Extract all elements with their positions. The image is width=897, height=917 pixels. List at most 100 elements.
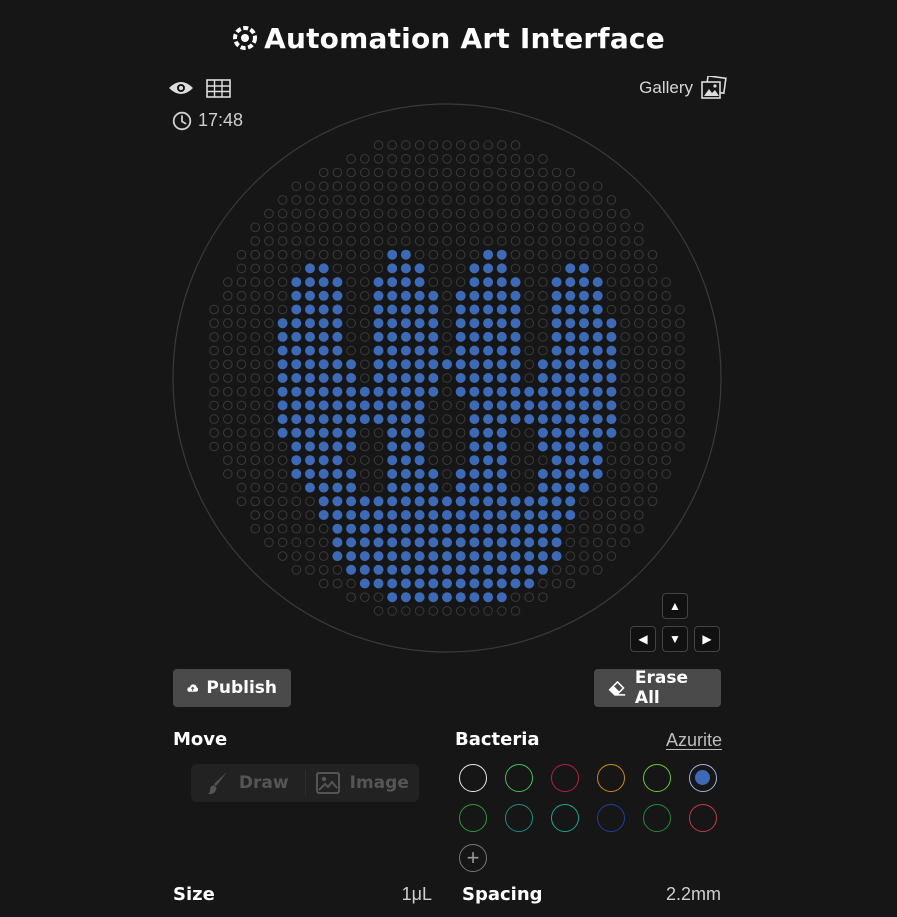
well-filled[interactable] [305,318,315,329]
well-filled[interactable] [455,482,466,493]
well-empty[interactable] [579,523,589,534]
well-empty[interactable] [318,249,329,260]
well-empty[interactable] [291,482,302,493]
well-empty[interactable] [223,304,233,315]
well-filled[interactable] [455,331,466,342]
well-filled[interactable] [551,523,562,534]
well-empty[interactable] [620,304,630,315]
well-filled[interactable] [400,496,411,507]
well-filled[interactable] [565,304,576,315]
nudge-right-button[interactable]: ▶ [694,626,720,652]
well-filled[interactable] [551,551,562,562]
well-empty[interactable] [579,208,589,219]
well-filled[interactable] [318,304,329,315]
well-empty[interactable] [291,565,302,575]
well-empty[interactable] [647,359,658,370]
well-empty[interactable] [428,249,439,260]
well-filled[interactable] [469,551,480,562]
well-empty[interactable] [606,551,617,561]
well-empty[interactable] [579,510,589,520]
well-empty[interactable] [291,496,302,507]
well-filled[interactable] [332,290,343,301]
well-empty[interactable] [428,222,439,233]
well-filled[interactable] [483,523,494,534]
well-empty[interactable] [675,400,685,411]
well-empty[interactable] [264,249,274,260]
well-empty[interactable] [223,386,233,397]
well-empty[interactable] [675,318,685,328]
well-empty[interactable] [565,181,576,191]
well-filled[interactable] [359,496,370,507]
well-filled[interactable] [291,345,302,356]
well-empty[interactable] [442,236,452,246]
well-filled[interactable] [524,537,535,548]
well-empty[interactable] [497,181,507,191]
well-empty[interactable] [360,441,370,452]
well-filled[interactable] [400,468,411,479]
well-empty[interactable] [209,345,219,356]
well-empty[interactable] [414,249,425,260]
well-filled[interactable] [537,496,548,507]
well-empty[interactable] [305,181,315,191]
well-empty[interactable] [469,181,480,191]
well-filled[interactable] [291,331,302,342]
well-filled[interactable] [387,496,398,507]
well-filled[interactable] [496,551,507,562]
well-empty[interactable] [469,208,480,219]
well-empty[interactable] [305,249,315,260]
well-empty[interactable] [661,318,672,328]
well-empty[interactable] [620,236,630,246]
well-empty[interactable] [661,428,672,438]
well-empty[interactable] [209,428,219,438]
well-empty[interactable] [483,181,493,191]
well-empty[interactable] [551,181,562,191]
well-empty[interactable] [428,606,439,616]
well-filled[interactable] [524,564,535,575]
well-empty[interactable] [634,414,644,424]
well-empty[interactable] [264,441,274,452]
well-empty[interactable] [524,304,535,315]
well-empty[interactable] [401,236,411,246]
well-empty[interactable] [264,208,274,219]
well-filled[interactable] [510,537,521,548]
well-filled[interactable] [346,510,357,520]
well-filled[interactable] [469,304,480,315]
well-filled[interactable] [483,249,494,260]
well-empty[interactable] [634,332,644,342]
well-empty[interactable] [291,195,302,205]
well-filled[interactable] [305,482,315,493]
well-empty[interactable] [606,537,617,548]
well-empty[interactable] [647,441,658,452]
well-filled[interactable] [359,386,370,397]
well-filled[interactable] [496,290,507,301]
well-empty[interactable] [414,606,425,616]
well-filled[interactable] [455,345,466,356]
well-empty[interactable] [524,167,535,178]
well-filled[interactable] [469,468,480,479]
well-empty[interactable] [538,304,548,315]
well-filled[interactable] [346,482,357,493]
well-empty[interactable] [318,537,329,548]
well-filled[interactable] [332,551,343,562]
well-empty[interactable] [634,510,644,520]
well-filled[interactable] [469,441,480,452]
well-empty[interactable] [236,414,247,424]
well-filled[interactable] [400,290,411,301]
well-filled[interactable] [469,345,480,356]
well-empty[interactable] [223,291,233,301]
well-filled[interactable] [483,578,494,589]
well-empty[interactable] [551,249,562,260]
well-empty[interactable] [346,154,356,164]
well-empty[interactable] [442,222,452,233]
well-empty[interactable] [442,277,452,287]
well-filled[interactable] [483,290,494,301]
well-filled[interactable] [387,277,398,288]
well-filled[interactable] [579,318,589,329]
well-filled[interactable] [428,537,439,548]
well-empty[interactable] [634,496,644,507]
well-filled[interactable] [291,455,302,466]
well-empty[interactable] [455,455,466,466]
image-mode-button[interactable]: Image [306,764,420,802]
well-empty[interactable] [223,414,233,424]
well-empty[interactable] [250,373,260,383]
